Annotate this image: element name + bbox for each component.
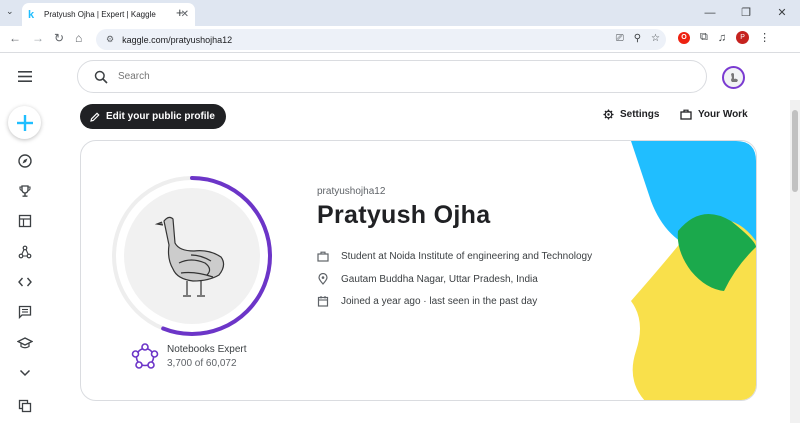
address-bar[interactable]: ⚙ kaggle.com/pratyushojha12 ⎚ ⚲ ☆ — [96, 29, 666, 50]
browser-tab[interactable]: k Pratyush Ojha | Expert | Kaggle ✕ — [22, 3, 195, 26]
home-icon[interactable]: ⌂ — [75, 31, 82, 45]
search-icon — [94, 70, 108, 84]
occupation-text: Student at Noida Institute of engineerin… — [341, 251, 593, 262]
profile-username: pratyushojha12 — [317, 186, 386, 197]
search-input[interactable] — [118, 71, 618, 82]
view-active-events-icon[interactable] — [16, 397, 34, 415]
browser-profile-avatar[interactable]: P — [736, 31, 750, 44]
new-tab-icon[interactable]: + — [176, 5, 184, 20]
your-work-label: Your Work — [698, 109, 748, 120]
joined-text: Joined a year ago · last seen in the pas… — [341, 295, 538, 307]
reload-icon[interactable]: ↻ — [54, 31, 64, 45]
close-window-icon[interactable]: ✕ — [764, 0, 800, 26]
minimize-icon[interactable]: — — [692, 0, 728, 26]
tier-rank: 3,700 of 60,072 — [167, 358, 237, 369]
window-controls: — ❐ ✕ — [692, 0, 800, 26]
pencil-icon — [90, 111, 100, 122]
plus-icon — [16, 114, 33, 131]
joined-row: Joined a year ago · last seen in the pas… — [317, 295, 537, 307]
edit-profile-label: Edit your public profile — [106, 111, 215, 122]
edit-profile-button[interactable]: Edit your public profile — [80, 104, 226, 129]
tier-badge: Notebooks Expert 3,700 of 60,072 — [131, 343, 247, 371]
location-row: Gautam Buddha Nagar, Uttar Pradesh, Indi… — [317, 273, 538, 285]
hamburger-menu-icon[interactable] — [16, 67, 34, 85]
search-bar[interactable] — [77, 60, 707, 93]
forward-icon[interactable]: → — [32, 31, 44, 45]
notebooks-tier-icon — [131, 343, 159, 369]
learn-graduation-cap-icon[interactable] — [16, 334, 34, 352]
browser-menu-icon[interactable]: ⋮ — [759, 31, 770, 44]
kaggle-favicon-icon: k — [28, 8, 35, 21]
create-button[interactable] — [8, 106, 41, 139]
settings-label: Settings — [620, 109, 660, 120]
extensions-puzzle-icon[interactable]: ⧉ — [700, 31, 708, 44]
code-brackets-icon[interactable] — [16, 273, 34, 291]
browser-tab-bar: ⌄ k Pratyush Ojha | Expert | Kaggle ✕ + … — [0, 0, 800, 26]
more-chevron-down-icon[interactable] — [16, 364, 34, 382]
explore-compass-icon[interactable] — [16, 152, 34, 170]
media-controls-icon[interactable]: ♫ — [718, 32, 726, 44]
decorative-art — [631, 141, 756, 400]
install-app-icon[interactable]: ⎚ — [616, 33, 624, 44]
page-scrollbar[interactable] — [790, 100, 800, 423]
tier-label: Notebooks Expert — [167, 344, 247, 355]
bookmark-star-icon[interactable]: ☆ — [651, 33, 660, 44]
gear-icon — [603, 109, 614, 120]
models-network-icon[interactable] — [16, 243, 34, 261]
competitions-trophy-icon[interactable] — [16, 182, 34, 200]
url-text: kaggle.com/pratyushojha12 — [122, 34, 233, 45]
settings-button[interactable]: Settings — [603, 109, 659, 120]
extension-opera-icon[interactable]: O — [678, 31, 690, 44]
browser-toolbar: ← → ↻ ⌂ ⚙ kaggle.com/pratyushojha12 ⎚ ⚲ … — [0, 26, 800, 53]
back-icon[interactable]: ← — [9, 31, 21, 45]
briefcase-icon — [317, 251, 329, 262]
profile-name: Pratyush Ojha — [317, 201, 491, 229]
site-info-icon[interactable]: ⚙ — [106, 34, 114, 45]
scrollbar-thumb[interactable] — [792, 110, 798, 192]
kaggle-sidebar — [0, 54, 50, 423]
your-work-button[interactable]: Your Work — [680, 109, 748, 120]
calendar-icon — [317, 296, 329, 307]
progress-ring — [112, 176, 272, 336]
user-avatar[interactable] — [722, 66, 745, 89]
location-pin-icon — [318, 273, 328, 285]
datasets-table-icon[interactable] — [16, 212, 34, 230]
briefcase-icon — [680, 109, 692, 120]
goose-avatar-icon — [731, 73, 738, 82]
zoom-icon[interactable]: ⚲ — [634, 33, 641, 44]
occupation-row: Student at Noida Institute of engineerin… — [317, 251, 592, 262]
discussions-comment-icon[interactable] — [16, 303, 34, 321]
profile-picture[interactable] — [109, 173, 275, 339]
location-text: Gautam Buddha Nagar, Uttar Pradesh, Indi… — [341, 273, 538, 285]
profile-card: Notebooks Expert 3,700 of 60,072 pratyus… — [80, 140, 757, 401]
tab-search-icon[interactable]: ⌄ — [6, 6, 14, 17]
restore-icon[interactable]: ❐ — [728, 0, 764, 26]
tab-title: Pratyush Ojha | Expert | Kaggle — [44, 10, 156, 19]
